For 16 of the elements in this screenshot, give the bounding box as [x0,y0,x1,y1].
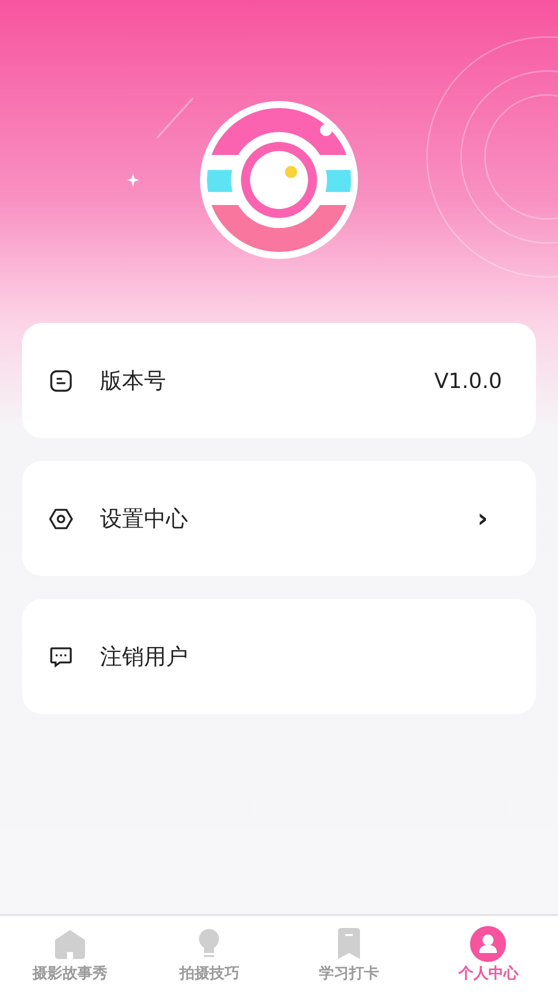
version-value: V1.0.0 [434,368,502,392]
sparkle-icon [127,173,139,187]
menu-label: 版本号 [100,368,167,396]
nav-tab[interactable]: 学习打卡 [279,916,418,992]
menu-label: 注销用户 [100,644,189,672]
menu-label: 设置中心 [100,506,189,534]
menu-item[interactable]: 设置中心 › [22,461,536,576]
person-icon [470,926,506,962]
nav-tab[interactable]: 摄影故事秀 [0,916,140,992]
menu-item[interactable]: 注销用户 [22,599,536,714]
nav-tab[interactable]: 个人中心 [418,916,558,992]
document-icon [48,368,74,394]
chevron-icon: › [477,504,488,534]
menu-item[interactable]: 版本号 V1.0.0 [22,323,536,438]
nav-tab[interactable]: 拍摄技巧 [140,916,279,992]
streak-icon [155,96,195,140]
